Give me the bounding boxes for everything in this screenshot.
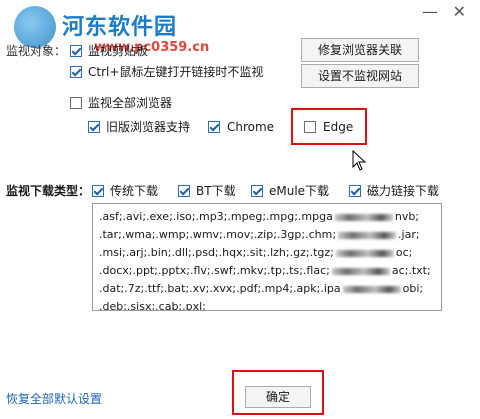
extensions-line-5: .dat;.7z;.ttf;.bat;.xv;.xvx;.pdf;.mp4;.a…: [99, 282, 424, 295]
magnet-download-label: 磁力链接下载: [367, 184, 440, 198]
chrome-checkbox[interactable]: [208, 121, 220, 133]
redacted-text: [342, 285, 401, 293]
extensions-line-4: .docx;.ppt;.pptx;.flv;.swf;.mkv;.tp;.ts;…: [99, 264, 431, 277]
all-browsers-checkbox[interactable]: [70, 97, 82, 109]
minimize-icon[interactable]: —: [422, 2, 438, 21]
bt-download-checkbox[interactable]: [178, 185, 190, 197]
monitor-target-label: 监视对象：: [6, 44, 67, 58]
no-monitor-sites-button[interactable]: 设置不监视网站: [301, 64, 419, 88]
extensions-line-1: .asf;.avi;.exe;.iso;.mp3;.mpeg;.mpg;.mpg…: [99, 210, 420, 223]
repair-browser-association-button[interactable]: 修复浏览器关联: [301, 38, 419, 62]
chrome-label: Chrome: [227, 120, 275, 134]
old-browser-checkbox[interactable]: [88, 121, 100, 133]
redacted-text: [331, 267, 390, 275]
emule-download-label: eMule下载: [269, 184, 330, 198]
redacted-text: [334, 213, 393, 221]
file-extensions-textarea[interactable]: .asf;.avi;.exe;.iso;.mp3;.mpeg;.mpg;.mpg…: [92, 203, 442, 311]
extensions-line-2: .tar;.wma;.wmp;.wmv;.mov;.zip;.3gp;.chm;…: [99, 228, 420, 241]
old-browser-label: 旧版浏览器支持: [106, 120, 191, 134]
ctrl-click-checkbox[interactable]: [70, 66, 82, 78]
extensions-line-6: .deb;.sisx;.cab;.pxl;: [99, 300, 206, 311]
traditional-download-checkbox[interactable]: [92, 185, 104, 197]
close-icon[interactable]: ✕: [453, 2, 466, 21]
clipboard-checkbox[interactable]: [70, 45, 82, 57]
ok-highlight-box: [232, 370, 324, 415]
restore-defaults-link[interactable]: 恢复全部默认设置: [6, 390, 102, 407]
all-browsers-label: 监视全部浏览器: [88, 96, 173, 110]
site-logo-icon: [14, 6, 56, 48]
watermark-site-name: 河东软件园: [62, 14, 178, 40]
clipboard-label: 监视剪贴板: [88, 44, 149, 58]
redacted-text: [338, 231, 397, 239]
ctrl-click-label: Ctrl+鼠标左键打开链接时不监视: [88, 65, 264, 79]
emule-download-checkbox[interactable]: [251, 185, 263, 197]
extensions-line-3: .msi;.arj;.bin;.dll;.psd;.hqx;.sit;.lzh;…: [99, 246, 413, 259]
download-types-label: 监视下载类型：: [6, 184, 91, 198]
redacted-text: [335, 249, 394, 257]
magnet-download-checkbox[interactable]: [349, 185, 361, 197]
bt-download-label: BT下载: [196, 184, 236, 198]
traditional-download-label: 传统下载: [110, 184, 159, 198]
mouse-cursor-icon: [352, 150, 367, 171]
edge-highlight-box: [291, 108, 367, 145]
